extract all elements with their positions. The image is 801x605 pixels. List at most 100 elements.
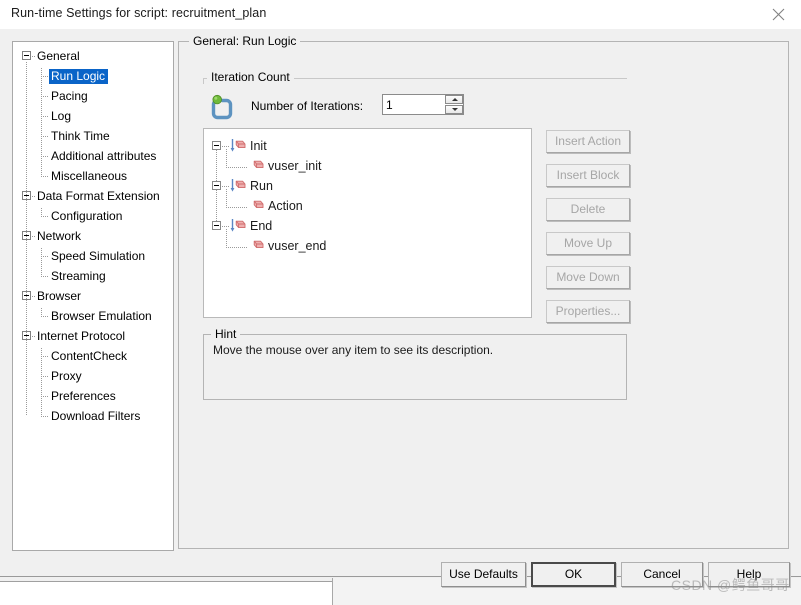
block-arrow-icon [230,178,247,194]
tree-guide [41,208,42,217]
block-icon [248,198,265,214]
run-logic-node-label: End [250,219,273,233]
sidebar-item-label: Streaming [51,269,106,283]
logic-expander-icon[interactable] [212,141,221,150]
button-properties: Properties... [546,300,630,323]
tree-guide [32,56,36,57]
sidebar-item-streaming[interactable]: Streaming [49,268,109,284]
title-bar: Run-time Settings for script: recruitmen… [0,0,801,29]
close-icon [772,8,785,21]
logic-guide [226,229,227,248]
logic-trunk-guide [216,150,217,181]
tree-guide [41,216,49,217]
iteration-loop-icon [208,92,238,122]
sidebar-item-browser-emulation[interactable]: Browser Emulation [49,308,155,324]
run-logic-node-label: vuser_end [268,239,327,253]
sidebar-item-preferences[interactable]: Preferences [49,388,119,404]
logic-guide [226,247,248,248]
iteration-count-caption: Iteration Count [207,70,294,84]
hint-group: Hint Move the mouse over any item to see… [203,327,627,400]
run-logic-node[interactable]: End [250,217,272,235]
logic-expander-icon[interactable] [212,181,221,190]
sidebar-item-label: Preferences [51,389,116,403]
stepper-up-button[interactable] [445,95,463,104]
iterations-stepper[interactable] [382,94,464,115]
tree-guide [41,308,42,317]
run-logic-node-label: vuser_init [268,159,322,173]
button-use-defaults[interactable]: Use Defaults [441,562,526,587]
sidebar-item-general[interactable]: General [35,48,83,64]
logic-trunk-guide [216,190,217,221]
logic-guide [222,186,230,187]
button-move-down: Move Down [546,266,630,289]
tree-expander-icon[interactable] [22,51,31,60]
sidebar-item-think-time[interactable]: Think Time [49,128,113,144]
tree-guide [41,136,49,137]
tree-guide [41,316,49,317]
logic-guide [222,226,230,227]
sidebar-item-proxy[interactable]: Proxy [49,368,85,384]
button-cancel[interactable]: Cancel [621,562,703,587]
tree-guide [41,256,49,257]
sidebar-item-label: Network [37,229,82,243]
tree-guide [41,408,42,417]
run-logic-node[interactable]: Run [250,177,273,195]
sidebar-item-label: ContentCheck [51,349,128,363]
sidebar-item-data-format-extension[interactable]: Data Format Extension [35,188,163,204]
button-help[interactable]: Help [708,562,790,587]
tree-guide [32,296,36,297]
sidebar-item-internet-protocol[interactable]: Internet Protocol [35,328,128,344]
run-logic-node[interactable]: vuser_end [268,237,326,255]
sidebar-item-miscellaneous[interactable]: Miscellaneous [49,168,130,184]
close-button[interactable] [757,0,801,28]
sidebar-item-configuration[interactable]: Configuration [49,208,125,224]
sidebar-item-download-filters[interactable]: Download Filters [49,408,143,424]
tree-guide [41,176,49,177]
button-ok[interactable]: OK [531,562,616,587]
block-icon [248,238,265,254]
run-logic-node[interactable]: vuser_init [268,157,322,175]
sidebar-item-label: Log [51,109,72,123]
sidebar-item-pacing[interactable]: Pacing [49,88,91,104]
run-logic-node[interactable]: Init [250,137,267,155]
sidebar-item-contentcheck[interactable]: ContentCheck [49,348,130,364]
sidebar-item-additional-attributes[interactable]: Additional attributes [49,148,159,164]
tree-guide [41,268,42,277]
tree-trunk-guide [26,62,27,416]
sidebar-item-log[interactable]: Log [49,108,74,124]
sidebar-item-label: Internet Protocol [37,329,126,343]
sidebar-item-speed-simulation[interactable]: Speed Simulation [49,248,148,264]
tree-guide [41,96,49,97]
sidebar-item-run-logic[interactable]: Run Logic [49,68,109,84]
run-logic-tree[interactable]: Init vuser_init Run Action End vuser_end [203,128,532,318]
button-insert-action: Insert Action [546,130,630,153]
sidebar-item-network[interactable]: Network [35,228,84,244]
logic-guide [222,146,230,147]
settings-tree[interactable]: General Run Logic Pacing Log Think Time Addit… [12,41,174,551]
iterations-input[interactable] [383,95,445,114]
sidebar-item-label: Run Logic [49,69,109,84]
runtime-settings-dialog: Run-time Settings for script: recruitmen… [0,0,801,605]
sidebar-item-label: Miscellaneous [51,169,128,183]
group-divider-left [203,78,204,84]
sidebar-item-label: Proxy [51,369,82,383]
logic-expander-icon[interactable] [212,221,221,230]
stepper-down-button[interactable] [445,105,463,114]
sidebar-item-browser[interactable]: Browser [35,288,84,304]
hint-text: Move the mouse over any item to see its … [213,343,494,357]
block-icon [248,158,265,174]
run-logic-node[interactable]: Action [268,197,303,215]
tree-guide [41,416,49,417]
tree-guide [41,116,49,117]
button-delete: Delete [546,198,630,221]
run-logic-panel: General: Run Logic Iteration Count Numbe… [178,34,789,549]
window-title: Run-time Settings for script: recruitmen… [11,6,267,20]
block-arrow-icon [230,218,247,234]
sidebar-item-label: Pacing [51,89,88,103]
logic-guide [226,207,248,208]
tree-guide [41,396,49,397]
sidebar-item-label: Browser [37,289,82,303]
sidebar-item-label: Download Filters [51,409,141,423]
sidebar-item-label: Think Time [51,129,110,143]
tree-guide [41,168,42,177]
